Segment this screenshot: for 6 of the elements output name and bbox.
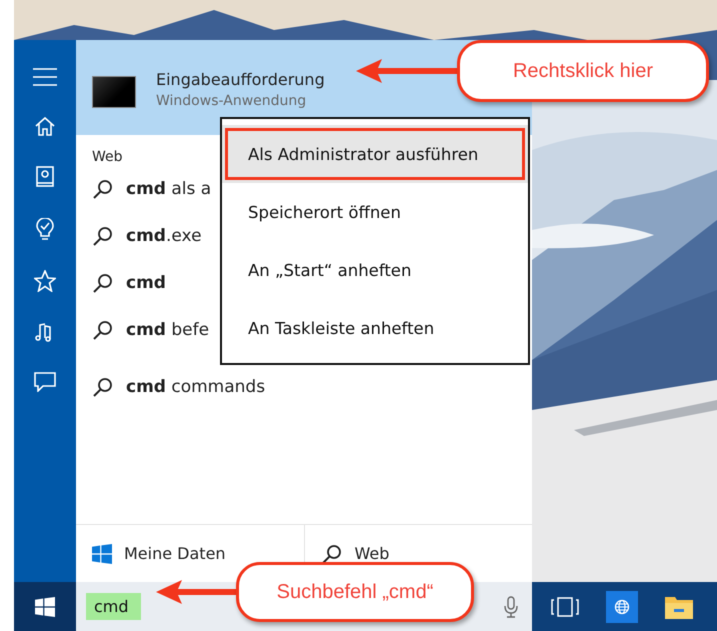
callout-tooltip: Rechtsklick hier <box>354 40 709 102</box>
callout-tooltip: Suchbefehl „cmd“ <box>154 562 474 622</box>
section-label: Web <box>92 149 123 165</box>
app-subtitle: Windows-Anwendung <box>156 93 308 109</box>
search-text: cmd <box>86 593 141 620</box>
app-title: Eingabeaufforderung <box>156 70 325 89</box>
